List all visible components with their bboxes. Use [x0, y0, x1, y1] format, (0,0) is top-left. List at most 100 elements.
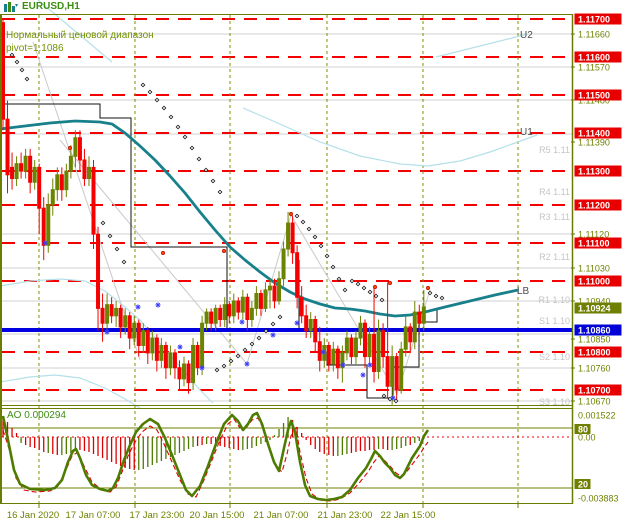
chart-icon [4, 1, 18, 12]
time-axis-label: 17 Jan 23:00 [129, 510, 185, 521]
candle-body [267, 285, 272, 291]
candle-body [367, 333, 372, 358]
sar-dot [214, 367, 220, 373]
rs-level-label: R1 1.10 [538, 295, 570, 305]
sar-dot [100, 220, 106, 226]
sar-dot [121, 259, 127, 265]
candle-body [290, 222, 295, 254]
sar-dot [19, 67, 25, 73]
sar-dot [349, 278, 355, 284]
candle-body [109, 304, 114, 317]
candle-body [145, 330, 150, 354]
candle-body [127, 315, 132, 339]
candle-body [10, 166, 15, 180]
sell-signal-marker [68, 146, 73, 151]
u1-level-label: U1 [520, 127, 533, 138]
candle-body [195, 344, 200, 369]
chart-title-bar: EURUSD,H1 [4, 1, 80, 12]
rs-level-label: R3 1.11 [539, 212, 570, 222]
candle-body [209, 311, 214, 324]
candle-body [236, 300, 241, 313]
rs-level-label: S2 1.10 [539, 352, 570, 362]
candle-body [304, 315, 309, 332]
candle-body [46, 204, 51, 246]
sar-dot [147, 89, 153, 95]
candle-body [14, 163, 19, 180]
candle-body [86, 166, 91, 180]
candle-body [286, 222, 291, 250]
time-axis-label: 21 Jan 23:00 [317, 510, 373, 521]
candle-body [376, 330, 381, 372]
candle-body [77, 137, 82, 161]
sar-dot [270, 321, 276, 327]
candle-body [263, 289, 268, 309]
sar-dot [318, 243, 324, 249]
annotation-line1: Нормальный ценовой диапазон [6, 30, 154, 41]
candle-body [50, 189, 55, 206]
cyan-channel-line [435, 33, 529, 58]
candle-body [41, 207, 46, 246]
sar-dot [277, 314, 283, 320]
sar-dot [168, 114, 174, 120]
candle-body [231, 300, 236, 317]
sar-dot [367, 289, 373, 295]
sar-dot [306, 226, 312, 232]
candle-body [96, 233, 101, 309]
candle-body [308, 319, 313, 332]
sell-signal-marker [372, 284, 377, 289]
rs-level-label: S1 1.10 [539, 316, 570, 326]
candle-body [317, 341, 322, 361]
sar-dot [433, 293, 439, 299]
sar-dot [342, 287, 348, 293]
price-chart-canvas[interactable]: R5 1.11 R4 1.11 R3 1.11 R2 1.11 R1 1.10 S1 1.… [0, 0, 622, 528]
candle-body [136, 322, 141, 346]
candle-body [394, 356, 399, 391]
sar-dot [324, 253, 330, 259]
candle-body [313, 319, 318, 343]
time-axis-label: 21 Jan 07:00 [253, 510, 309, 521]
candle-body [64, 170, 69, 191]
candle-body [272, 285, 277, 302]
rs-level-label: S3 1.10 [539, 397, 570, 407]
candle-body [5, 118, 10, 176]
candle-body [168, 352, 173, 369]
candle-body [417, 311, 422, 324]
sar-dot [24, 76, 30, 82]
candle-body [37, 166, 42, 209]
candle-body [363, 322, 367, 358]
time-axis-label: 16 Jan 2020 [6, 510, 60, 521]
candle-body [245, 296, 250, 321]
symbol-timeframe-label: EURUSD,H1 [22, 1, 80, 12]
sar-dot [221, 363, 227, 369]
sar-dot [140, 82, 146, 88]
sell-signal-marker [288, 212, 293, 217]
candle-body [59, 174, 64, 191]
candle-body [55, 174, 60, 191]
candle-body [390, 356, 395, 387]
candle-body [186, 363, 191, 384]
candle-body [249, 307, 254, 321]
candle-body [182, 363, 186, 380]
candle-body [177, 367, 182, 380]
sar-dot [439, 295, 445, 301]
rs-level-label: R4 1.11 [539, 187, 570, 197]
candle-body [23, 155, 28, 172]
candle-body [132, 322, 137, 339]
rs-level-label: R2 1.11 [539, 252, 570, 262]
candle-body [163, 344, 168, 369]
cyan-channel-line [242, 107, 538, 167]
time-axis-label: 20 Jan 15:00 [189, 510, 245, 521]
candle-body [141, 330, 146, 346]
candle-body [28, 155, 33, 183]
price-scale[interactable] [572, 0, 622, 528]
candle-body [372, 333, 377, 372]
time-scale[interactable]: 16 Jan 2020 17 Jan 07:00 17 Jan 23:00 20 Ja… [0, 504, 572, 528]
candle-body [73, 137, 78, 157]
candle-body [150, 337, 155, 354]
sar-dot [161, 105, 167, 111]
candle-body [204, 311, 209, 324]
candle-body [381, 330, 386, 358]
candle-body [421, 306, 426, 324]
sar-dot [217, 189, 223, 195]
candle-body [335, 348, 340, 369]
